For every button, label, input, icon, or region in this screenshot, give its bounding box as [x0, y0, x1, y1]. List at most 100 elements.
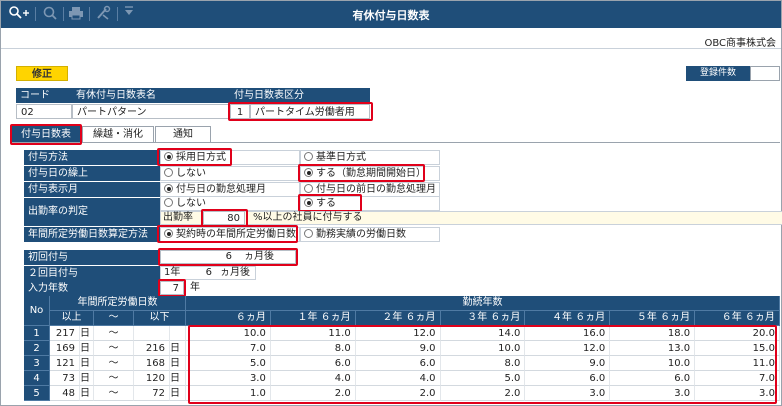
first-grant-months-input[interactable]: 6	[196, 250, 232, 264]
grid-tilde: ～	[94, 326, 134, 341]
radio-icon	[304, 184, 313, 193]
grid-grant-days-cell[interactable]: 12.0	[355, 326, 441, 341]
grant-method-option-hire-date[interactable]: 採用日方式	[160, 150, 226, 165]
attendance-check-option-no[interactable]: しない	[160, 196, 206, 211]
grid-grant-days-cell[interactable]: 7.0	[186, 341, 271, 356]
grid-grant-days-cell[interactable]: 11.0	[695, 356, 780, 371]
grid-grant-days-cell[interactable]: 1.0	[186, 386, 271, 401]
grid-days-to-unit	[170, 326, 186, 341]
grid-grant-days-cell[interactable]: 8.0	[270, 341, 356, 356]
grid-days-to-unit: 日	[170, 371, 186, 386]
grid-grant-days-cell[interactable]: 13.0	[610, 341, 696, 356]
grid-days-to[interactable]: 120	[134, 371, 170, 386]
grid-days-header: 年間所定労働日数	[50, 296, 186, 311]
code-header: コード	[16, 88, 72, 103]
grid-days-to[interactable]: 72	[134, 386, 170, 401]
grid-tilde: ～	[94, 341, 134, 356]
option-label: 付与日の勤怠処理月	[176, 184, 266, 195]
grid-grant-days-cell[interactable]: 18.0	[610, 326, 696, 341]
grid-grant-days-cell[interactable]: 6.0	[355, 356, 441, 371]
grid-column-header: ４年 ６ヵ月	[525, 311, 611, 326]
grid-grant-days-cell[interactable]: 11.0	[270, 326, 356, 341]
grid-grant-days-cell[interactable]: 2.0	[270, 386, 356, 401]
first-grant-label: 初回付与	[24, 250, 160, 265]
grid-service-header: 勤続年数	[186, 296, 780, 311]
grid-days-to[interactable]	[134, 326, 170, 341]
option-label: 勤務実績の労働日数	[316, 229, 406, 240]
input-years-input[interactable]: 7	[160, 281, 184, 295]
grid-row-number: 3	[24, 356, 50, 371]
grid-grant-days-cell[interactable]: 4.0	[355, 371, 441, 386]
attendance-rate-label: 出勤率	[163, 212, 193, 223]
grid-days-from[interactable]: 73	[50, 371, 80, 386]
radio-icon	[164, 198, 173, 207]
annual-days-method-option-contract[interactable]: 契約時の年間所定労働日数	[160, 227, 296, 242]
grid-tilde-header: ～	[94, 311, 134, 326]
grant-display-month-option-grant-date[interactable]: 付与日の勤怠処理月	[160, 182, 266, 197]
second-grant-label: ２回目付与	[24, 266, 160, 281]
grid-grant-days-cell[interactable]: 6.0	[525, 371, 611, 386]
grid-tilde: ～	[94, 371, 134, 386]
grid-days-from[interactable]: 169	[50, 341, 80, 356]
option-label: する	[316, 198, 336, 209]
tab-notification[interactable]: 通知	[155, 126, 211, 143]
grid-grant-days-cell[interactable]: 15.0	[695, 341, 780, 356]
grid-grant-days-cell[interactable]: 10.0	[610, 356, 696, 371]
attendance-check-option-yes[interactable]: する	[300, 196, 336, 211]
grid-grant-days-cell[interactable]: 5.0	[440, 371, 526, 386]
grant-advance-option-yes[interactable]: する（勤怠期間開始日）	[300, 166, 426, 181]
option-label: する（勤怠期間開始日）	[316, 168, 426, 179]
code-field[interactable]: 02	[16, 104, 72, 119]
grid-grant-days-cell[interactable]: 3.0	[525, 386, 611, 401]
grid-grant-days-cell[interactable]: 8.0	[440, 356, 526, 371]
radio-icon	[304, 152, 313, 161]
grid-grant-days-cell[interactable]: 2.0	[355, 386, 441, 401]
category-code-field[interactable]: 1	[230, 104, 250, 119]
tab-grant-days-table[interactable]: 付与日数表	[12, 126, 80, 143]
grid-column-header: ３年 ６ヵ月	[440, 311, 526, 326]
grid-grant-days-cell[interactable]: 4.0	[270, 371, 356, 386]
radio-selected-icon	[304, 168, 313, 177]
radio-selected-icon	[304, 198, 313, 207]
option-label: しない	[176, 168, 206, 179]
grant-display-month-option-prev-day[interactable]: 付与日の前日の勤怠処理月	[300, 182, 436, 197]
category-header: 付与日数表区分	[230, 88, 370, 103]
grant-display-month-label: 付与表示月	[24, 182, 160, 197]
grid-days-from[interactable]: 48	[50, 386, 80, 401]
input-years-unit: 年	[190, 282, 200, 293]
grant-method-option-base-date[interactable]: 基準日方式	[300, 150, 366, 165]
second-grant-months: 6	[205, 267, 212, 278]
name-field[interactable]: パートパターン	[72, 104, 230, 119]
grid-days-from[interactable]: 217	[50, 326, 80, 341]
grid-grant-days-cell[interactable]: 12.0	[525, 341, 611, 356]
tab-carryover[interactable]: 繰越・消化	[82, 126, 154, 143]
grid-days-to[interactable]: 168	[134, 356, 170, 371]
grid-grant-days-cell[interactable]: 10.0	[440, 341, 526, 356]
grid-grant-days-cell[interactable]: 3.0	[695, 386, 780, 401]
grid-days-from-unit: 日	[80, 356, 94, 371]
grant-advance-option-no[interactable]: しない	[160, 166, 206, 181]
registered-count-label: 登録件数	[686, 66, 750, 81]
grid-grant-days-cell[interactable]: 3.0	[610, 386, 696, 401]
grid-grant-days-cell[interactable]: 14.0	[440, 326, 526, 341]
option-label: 基準日方式	[316, 152, 366, 163]
company-name: OBC商事株式会	[704, 38, 776, 49]
grid-grant-days-cell[interactable]: 6.0	[610, 371, 696, 386]
grid-grant-days-cell[interactable]: 6.0	[270, 356, 356, 371]
grid-days-from[interactable]: 121	[50, 356, 80, 371]
grid-grant-days-cell[interactable]: 5.0	[186, 356, 271, 371]
grid-row-number: 4	[24, 371, 50, 386]
grid-grant-days-cell[interactable]: 7.0	[695, 371, 780, 386]
grid-grant-days-cell[interactable]: 20.0	[695, 326, 780, 341]
annual-days-method-option-actual[interactable]: 勤務実績の労働日数	[300, 227, 406, 242]
grid-under-header: 以下	[134, 311, 186, 326]
grid-grant-days-cell[interactable]: 16.0	[525, 326, 611, 341]
grid-grant-days-cell[interactable]: 2.0	[440, 386, 526, 401]
grid-grant-days-cell[interactable]: 10.0	[186, 326, 271, 341]
grid-grant-days-cell[interactable]: 3.0	[186, 371, 271, 386]
grid-grant-days-cell[interactable]: 9.0	[355, 341, 441, 356]
grid-days-to[interactable]: 216	[134, 341, 170, 356]
grid-grant-days-cell[interactable]: 9.0	[525, 356, 611, 371]
option-label: 付与日の前日の勤怠処理月	[316, 184, 436, 195]
attendance-rate-input[interactable]: 80	[203, 211, 245, 225]
